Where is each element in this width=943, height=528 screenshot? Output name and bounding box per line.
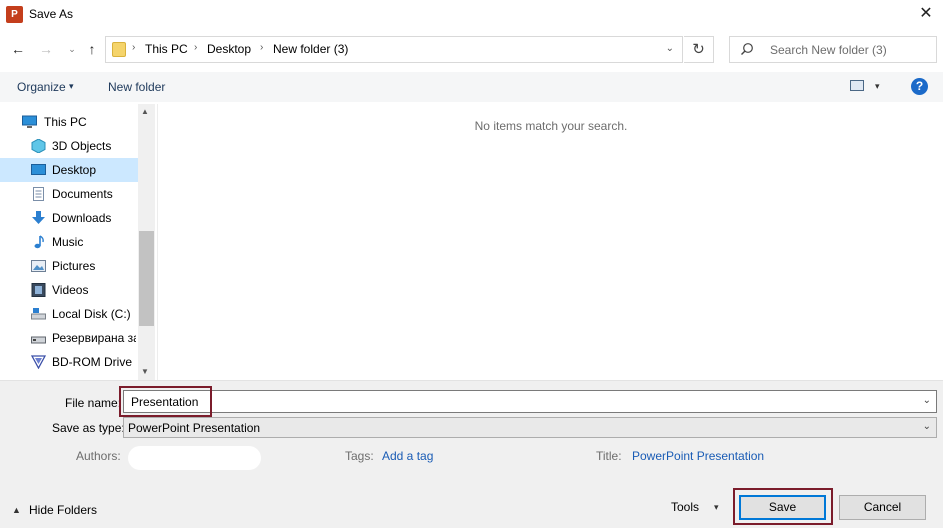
- sidebar-scroll-thumb[interactable]: [139, 231, 154, 326]
- videos-icon: [31, 283, 46, 297]
- sidebar-item-documents[interactable]: Documents: [0, 182, 138, 206]
- bd-rom-icon: [31, 355, 46, 369]
- save-type-value: PowerPoint Presentation: [128, 421, 261, 435]
- recent-locations-button[interactable]: ⌄: [62, 39, 82, 59]
- scroll-down-icon[interactable]: ▼: [141, 367, 149, 376]
- back-arrow-icon: ←: [11, 41, 25, 57]
- navigation-pane: This PC 3D Objects Desktop Documents Dow…: [0, 104, 155, 380]
- powerpoint-icon: P: [6, 6, 23, 23]
- scroll-up-icon[interactable]: ▲: [141, 107, 149, 116]
- file-name-highlight: [119, 386, 212, 417]
- forward-button[interactable]: →: [36, 39, 56, 59]
- caret-down-icon[interactable]: ▾: [69, 81, 74, 92]
- sidebar-item-label: Local Disk (C:): [52, 307, 131, 321]
- help-icon[interactable]: ?: [911, 78, 928, 95]
- close-icon: ✕: [919, 5, 933, 22]
- authors-label: Authors:: [76, 449, 121, 463]
- breadcrumb-separator: ›: [260, 42, 264, 53]
- breadcrumb-separator: ›: [194, 42, 198, 53]
- breadcrumb-desktop[interactable]: Desktop: [207, 42, 251, 56]
- drive-icon: [31, 336, 46, 344]
- chevron-down-icon: ⌄: [68, 44, 76, 54]
- up-arrow-icon: ↑: [88, 41, 96, 57]
- save-button[interactable]: Save: [739, 495, 826, 520]
- title-field[interactable]: PowerPoint Presentation: [632, 449, 764, 463]
- sidebar-item-3d-objects[interactable]: 3D Objects: [0, 134, 138, 158]
- close-button[interactable]: ✕: [913, 2, 939, 28]
- file-list[interactable]: No items match your search.: [157, 104, 943, 380]
- sidebar-item-reserved-drive[interactable]: Резервирана за: [0, 326, 138, 350]
- caret-down-icon[interactable]: ▾: [875, 81, 880, 92]
- cube-icon: [31, 139, 46, 153]
- computer-icon: [22, 115, 37, 128]
- sidebar-item-label: Music: [52, 235, 84, 249]
- sidebar-item-label: 3D Objects: [52, 139, 112, 153]
- sidebar-item-this-pc[interactable]: This PC: [0, 110, 138, 134]
- title-bar: P Save As ✕: [0, 0, 943, 30]
- save-options-panel: File name: Presentation ⌄ Save as type: …: [0, 380, 943, 528]
- file-name-label: File name:: [65, 396, 122, 410]
- authors-field[interactable]: [128, 446, 261, 470]
- search-icon: [741, 43, 753, 55]
- file-name-field[interactable]: Presentation ⌄: [123, 390, 937, 413]
- disk-icon: [31, 308, 46, 320]
- sidebar-item-downloads[interactable]: Downloads: [0, 206, 138, 230]
- sidebar-item-local-disk[interactable]: Local Disk (C:): [0, 302, 138, 326]
- save-type-label: Save as type:: [52, 421, 125, 435]
- breadcrumb-separator: ›: [132, 42, 136, 53]
- tags-label: Tags:: [345, 449, 374, 463]
- sidebar-item-pictures[interactable]: Pictures: [0, 254, 138, 278]
- add-tag-link[interactable]: Add a tag: [382, 449, 433, 463]
- chevron-down-icon[interactable]: ⌄: [923, 395, 931, 406]
- breadcrumb-this-pc[interactable]: This PC: [145, 42, 188, 56]
- window-title: Save As: [29, 7, 74, 21]
- sidebar-item-label: Downloads: [52, 211, 112, 225]
- sidebar-item-desktop[interactable]: Desktop: [0, 158, 138, 182]
- save-type-select[interactable]: PowerPoint Presentation ⌄: [123, 417, 937, 438]
- sidebar-item-label: Desktop: [52, 163, 97, 177]
- sidebar-item-label: This PC: [44, 115, 87, 129]
- toolbar: Organize ▾ New folder ▾ ?: [0, 72, 943, 102]
- sidebar-item-music[interactable]: Music: [0, 230, 138, 254]
- sidebar-item-label: Pictures: [52, 259, 96, 273]
- empty-message: No items match your search.: [474, 119, 628, 133]
- documents-icon: [33, 187, 44, 201]
- address-bar[interactable]: › This PC › Desktop › New folder (3) ⌄: [105, 36, 683, 63]
- organize-button[interactable]: Organize: [17, 80, 66, 94]
- search-placeholder: Search New folder (3): [770, 43, 887, 57]
- forward-arrow-icon: →: [39, 41, 53, 57]
- new-folder-button[interactable]: New folder: [108, 80, 165, 94]
- view-options-icon[interactable]: [850, 80, 864, 91]
- refresh-icon: ↻: [692, 41, 705, 58]
- sidebar-item-videos[interactable]: Videos: [0, 278, 138, 302]
- title-label: Title:: [596, 449, 622, 463]
- sidebar-item-label: BD-ROM Drive (I: [52, 355, 136, 369]
- cancel-button[interactable]: Cancel: [839, 495, 926, 520]
- chevron-down-icon[interactable]: ⌄: [666, 43, 674, 54]
- sidebar-item-bd-rom[interactable]: BD-ROM Drive (I: [0, 350, 138, 374]
- back-button[interactable]: ←: [8, 39, 28, 59]
- download-icon: [32, 211, 45, 224]
- refresh-button[interactable]: ↻: [684, 36, 714, 63]
- tools-button[interactable]: Tools: [671, 500, 699, 514]
- caret-down-icon[interactable]: ▾: [714, 502, 719, 513]
- search-input[interactable]: Search New folder (3): [729, 36, 937, 63]
- sidebar-item-label: Documents: [52, 187, 113, 201]
- chevron-up-icon[interactable]: ▲: [12, 505, 21, 515]
- sidebar-item-label: Резервирана за: [52, 331, 136, 345]
- desktop-icon: [31, 164, 46, 175]
- folder-icon: [112, 42, 126, 57]
- hide-folders-button[interactable]: Hide Folders: [29, 503, 97, 517]
- pictures-icon: [31, 260, 46, 272]
- chevron-down-icon[interactable]: ⌄: [923, 421, 931, 432]
- music-icon: [34, 235, 44, 249]
- breadcrumb-new-folder[interactable]: New folder (3): [273, 42, 348, 56]
- sidebar-item-label: Videos: [52, 283, 89, 297]
- up-button[interactable]: ↑: [82, 39, 102, 59]
